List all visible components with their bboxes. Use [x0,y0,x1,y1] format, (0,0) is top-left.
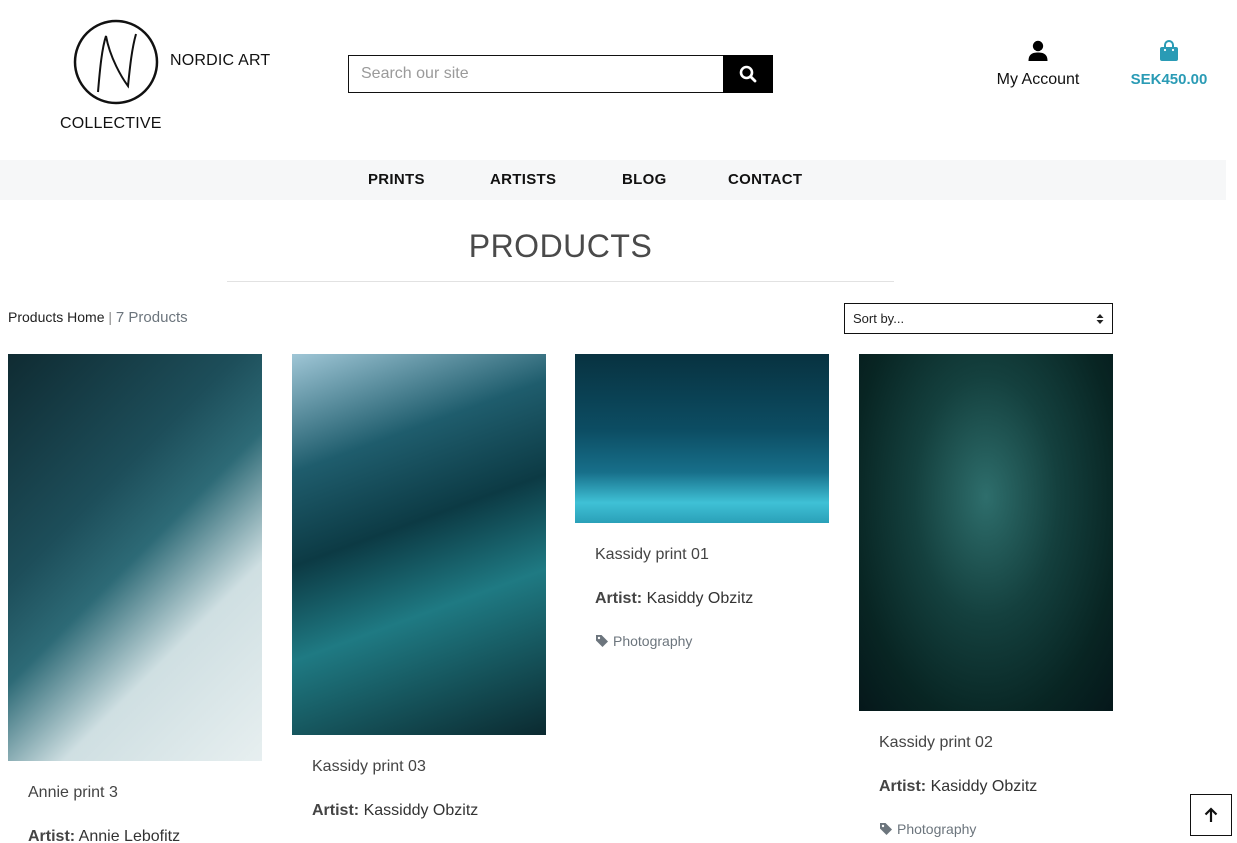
product-name[interactable]: Kassidy print 02 [879,734,993,752]
breadcrumb-home-link[interactable]: Products Home [8,309,104,325]
breadcrumb: Products Home | 7 Products [8,309,188,326]
product-category-tag[interactable]: Photography [595,633,692,649]
product-artist: Artist: Kassiddy Obzitz [312,802,478,820]
product-card[interactable]: Kassidy print 03 Artist: Kassiddy Obzitz [292,354,546,819]
my-account-link[interactable]: My Account [990,40,1086,89]
search-input[interactable] [348,55,723,93]
brand-name-top: NORDIC ART [170,52,271,69]
main-nav: PRINTS ARTISTS BLOG CONTACT [0,160,1226,200]
tag-icon [880,823,892,835]
nav-artists[interactable]: ARTISTS [490,171,556,188]
product-artist: Artist: Kasiddy Obzitz [879,778,1037,796]
artist-label: Artist: [312,802,360,819]
arrow-up-icon [1204,807,1218,822]
product-image[interactable] [8,354,262,761]
sort-select-value: Sort by... [853,311,905,326]
product-count: 7 Products [115,309,188,326]
title-divider [227,281,894,282]
product-image[interactable] [575,354,829,523]
back-to-top-button[interactable] [1190,794,1232,836]
product-name[interactable]: Kassidy print 03 [312,758,426,776]
cart-total: SEK450.00 [1130,71,1208,88]
breadcrumb-separator: | [108,309,113,325]
shopping-bag-icon [1160,40,1178,61]
product-card[interactable]: Kassidy print 01 Artist: Kasiddy Obzitz … [575,354,829,649]
product-card[interactable]: Annie print 3 Artist: Annie Lebofitz [8,354,262,843]
product-artist: Artist: Kasiddy Obzitz [595,590,753,608]
tag-icon [596,635,608,647]
tag-label: Photography [897,821,977,837]
product-name[interactable]: Annie print 3 [28,784,118,802]
product-name[interactable]: Kassidy print 01 [595,546,709,564]
select-arrows-icon [1096,313,1104,324]
n-signature-logo-icon [73,19,159,105]
nav-prints[interactable]: PRINTS [368,171,425,188]
tag-label: Photography [613,633,693,649]
nav-contact[interactable]: CONTACT [728,171,802,188]
my-account-label: My Account [996,71,1080,88]
brand-name-bottom: COLLECTIVE [60,115,162,132]
product-artist: Artist: Annie Lebofitz [28,828,180,843]
artist-label: Artist: [879,778,927,795]
user-icon [1028,40,1048,61]
artist-label: Artist: [595,590,643,607]
brand-logo[interactable] [72,18,160,106]
artist-name: Annie Lebofitz [78,828,181,843]
search-form [348,55,773,93]
nav-blog[interactable]: BLOG [622,171,667,188]
product-image[interactable] [859,354,1113,711]
search-button[interactable] [723,55,773,93]
cart-link[interactable]: SEK450.00 [1124,40,1214,88]
artist-name: Kasiddy Obzitz [646,590,754,607]
artist-label: Artist: [28,828,76,843]
product-category-tag[interactable]: Photography [879,821,976,837]
product-card[interactable]: Kassidy print 02 Artist: Kasiddy Obzitz … [859,354,1113,837]
product-image[interactable] [292,354,546,735]
sort-select[interactable]: Sort by... [844,303,1113,334]
page-title: PRODUCTS [468,228,653,264]
search-icon [739,65,757,83]
artist-name: Kassiddy Obzitz [363,802,479,819]
artist-name: Kasiddy Obzitz [930,778,1038,795]
